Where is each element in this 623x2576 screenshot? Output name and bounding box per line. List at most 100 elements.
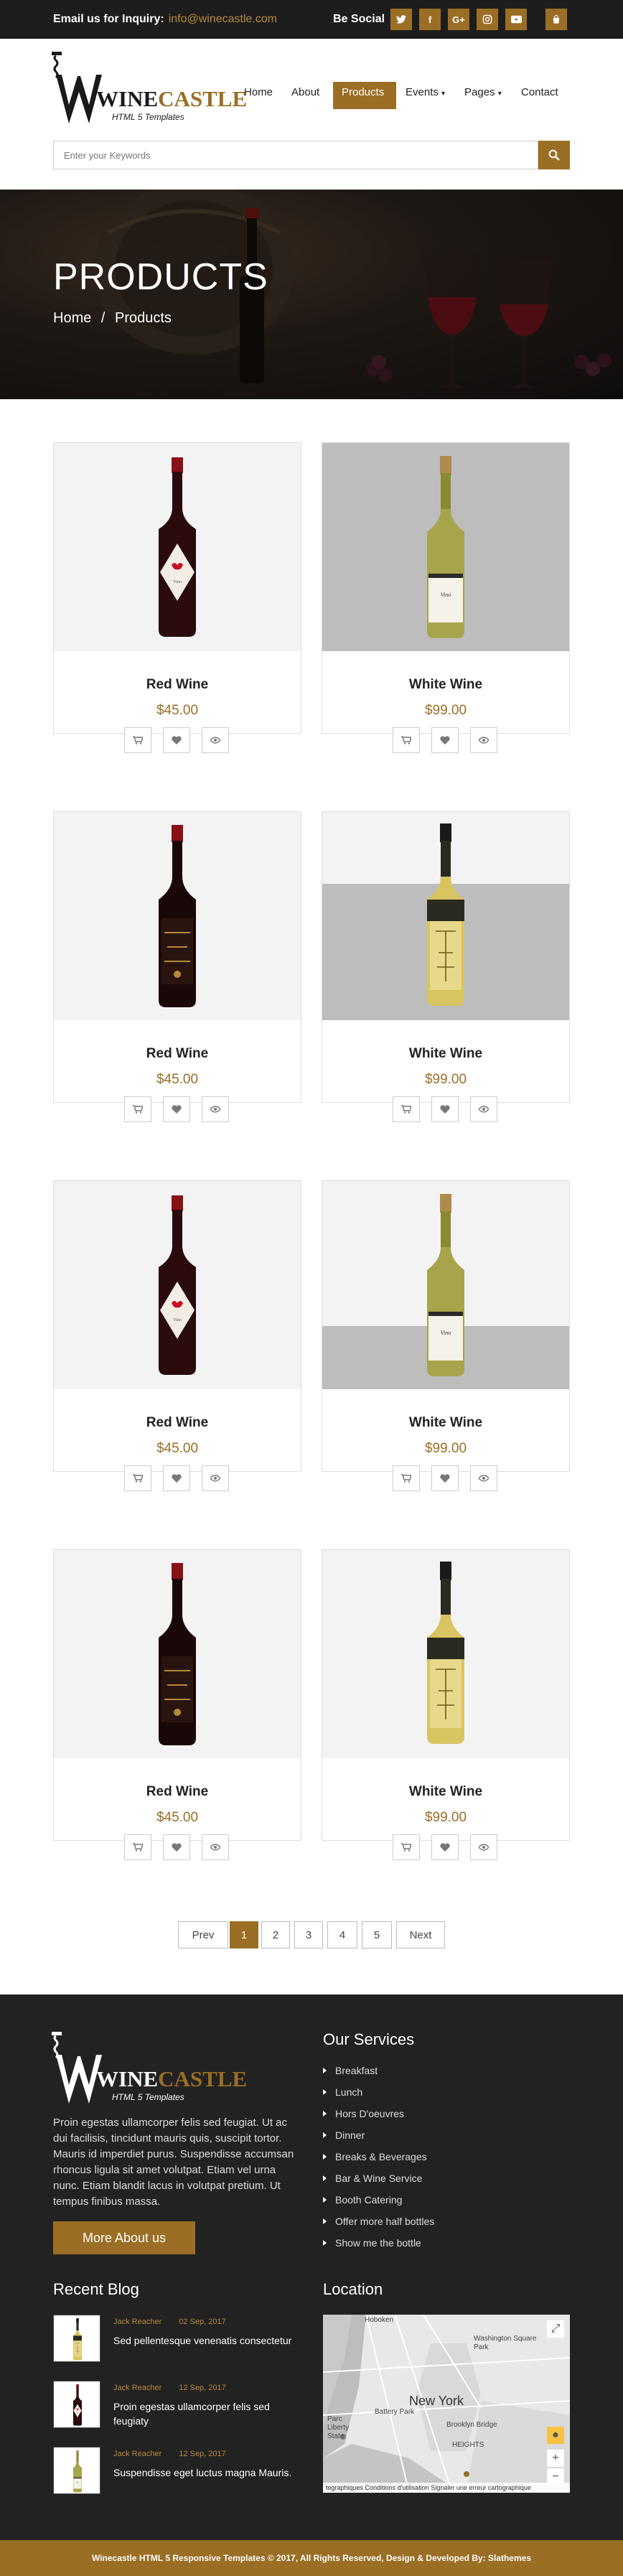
pagination-page-3[interactable]: 3 (294, 1921, 323, 1949)
product-name[interactable]: White Wine (322, 1046, 569, 1062)
blog-thumbnail[interactable] (53, 2447, 100, 2494)
eye-icon (210, 1475, 220, 1482)
product-card[interactable]: Red Wine $45.00 (53, 1549, 301, 1860)
pagination-prev[interactable]: Prev (178, 1921, 228, 1949)
nav-home[interactable]: Home (244, 86, 273, 98)
quick-view-button[interactable] (202, 1834, 229, 1860)
product-image[interactable] (54, 812, 301, 1020)
pagination-page-5[interactable]: 5 (362, 1921, 392, 1949)
service-link[interactable]: Bar & Wine Service (323, 2173, 422, 2184)
quick-view-button[interactable] (470, 727, 497, 753)
wishlist-button[interactable] (431, 1465, 459, 1491)
twitter-icon[interactable] (390, 9, 412, 30)
blog-thumbnail[interactable] (53, 2315, 100, 2362)
product-image[interactable] (322, 1181, 569, 1389)
wishlist-button[interactable] (163, 1834, 190, 1860)
product-card[interactable]: White Wine $99.00 (322, 1180, 570, 1491)
service-link[interactable]: Lunch (323, 2086, 362, 2098)
instagram-icon[interactable] (477, 9, 498, 30)
service-link[interactable]: Breakfast (323, 2065, 378, 2076)
add-to-cart-button[interactable] (124, 1465, 151, 1491)
quick-view-button[interactable] (202, 727, 229, 753)
product-card[interactable]: Red Wine $45.00 (53, 442, 301, 753)
nav-contact[interactable]: Contact (521, 86, 558, 98)
product-name[interactable]: Red Wine (54, 1784, 301, 1800)
product-name[interactable]: White Wine (322, 1784, 569, 1800)
product-image[interactable] (54, 443, 301, 651)
service-link[interactable]: Booth Catering (323, 2194, 402, 2206)
facebook-icon[interactable]: f (419, 9, 441, 30)
shopping-bag-icon[interactable] (545, 9, 567, 30)
nav-events[interactable]: Events ▾ (406, 86, 445, 98)
product-card[interactable]: White Wine $99.00 (322, 1549, 570, 1860)
product-name[interactable]: Red Wine (54, 1415, 301, 1431)
add-to-cart-button[interactable] (393, 1096, 420, 1122)
wishlist-button[interactable] (163, 1096, 190, 1122)
add-to-cart-button[interactable] (124, 1096, 151, 1122)
inquiry-email-link[interactable]: info@winecastle.com (169, 13, 277, 25)
product-image[interactable] (54, 1550, 301, 1758)
map-label: Battery Park (375, 2408, 415, 2416)
service-link[interactable]: Hors D'oeuvres (323, 2108, 404, 2119)
quick-view-button[interactable] (470, 1465, 497, 1491)
footer-logo[interactable]: WINECASTLE HTML 5 Templates (52, 2032, 247, 2106)
nav-pages[interactable]: Pages ▾ (464, 86, 502, 98)
eye-icon (479, 1844, 489, 1851)
heart-icon (172, 1105, 182, 1114)
pagination-page-1[interactable]: 1 (230, 1921, 258, 1949)
youtube-icon[interactable] (505, 9, 527, 30)
zoom-in-button[interactable]: + (547, 2450, 564, 2467)
more-about-button[interactable]: More About us (53, 2221, 195, 2254)
search-input[interactable] (54, 141, 538, 169)
service-link[interactable]: Offer more half bottles (323, 2216, 434, 2227)
nav-products[interactable]: Products (342, 86, 384, 98)
product-name[interactable]: Red Wine (54, 677, 301, 693)
product-name[interactable]: White Wine (322, 1415, 569, 1431)
service-link[interactable]: Dinner (323, 2129, 365, 2141)
wishlist-button[interactable] (163, 727, 190, 753)
service-link[interactable]: Breaks & Beverages (323, 2151, 427, 2162)
nav-about[interactable]: About (291, 86, 319, 98)
quick-view-button[interactable] (470, 1096, 497, 1122)
blog-post-title[interactable]: Proin egestas ullamcorper felis sed feug… (113, 2399, 307, 2428)
product-image[interactable] (322, 443, 569, 651)
pagination-next[interactable]: Next (396, 1921, 445, 1949)
pagination-page-2[interactable]: 2 (261, 1921, 290, 1949)
product-name[interactable]: White Wine (322, 677, 569, 693)
search-button[interactable] (538, 141, 570, 169)
product-card[interactable]: Red Wine $45.00 (53, 1180, 301, 1491)
product-image[interactable] (322, 1550, 569, 1758)
product-card[interactable]: White Wine $99.00 (322, 442, 570, 753)
google-plus-icon[interactable]: G+ (448, 9, 469, 30)
add-to-cart-button[interactable] (393, 1834, 420, 1860)
wishlist-button[interactable] (431, 727, 459, 753)
blog-post-title[interactable]: Sed pellentesque venenatis consectetur (113, 2333, 307, 2348)
blog-post-title[interactable]: Suspendisse eget luctus magna Mauris. (113, 2465, 307, 2480)
service-link[interactable]: Show me the bottle (323, 2237, 421, 2249)
product-card[interactable]: White Wine $99.00 (322, 811, 570, 1122)
quick-view-button[interactable] (470, 1834, 497, 1860)
blog-thumbnail[interactable] (53, 2381, 100, 2428)
product-image[interactable] (322, 812, 569, 1020)
pagination-page-4[interactable]: 4 (327, 1921, 357, 1949)
chevron-down-icon: ▾ (441, 90, 446, 98)
product-name[interactable]: Red Wine (54, 1046, 301, 1062)
wishlist-button[interactable] (431, 1834, 459, 1860)
fullscreen-icon[interactable]: ⤢ (547, 2320, 564, 2338)
street-view-icon[interactable]: ● (547, 2427, 564, 2444)
wishlist-button[interactable] (163, 1465, 190, 1491)
wishlist-button[interactable] (431, 1096, 459, 1122)
product-image[interactable] (54, 1181, 301, 1389)
add-to-cart-button[interactable] (124, 1834, 151, 1860)
site-logo[interactable]: WINECASTLE HTML 5 Templates (52, 52, 247, 126)
quick-view-button[interactable] (202, 1096, 229, 1122)
add-to-cart-button[interactable] (393, 727, 420, 753)
breadcrumb-home[interactable]: Home (53, 310, 91, 326)
product-card[interactable]: Red Wine $45.00 (53, 811, 301, 1122)
add-to-cart-button[interactable] (124, 727, 151, 753)
heart-icon (172, 736, 182, 745)
quick-view-button[interactable] (202, 1465, 229, 1491)
location-heading: Location (323, 2280, 383, 2298)
location-map[interactable]: Hoboken Washington Square Park New York … (323, 2315, 570, 2493)
add-to-cart-button[interactable] (393, 1465, 420, 1491)
